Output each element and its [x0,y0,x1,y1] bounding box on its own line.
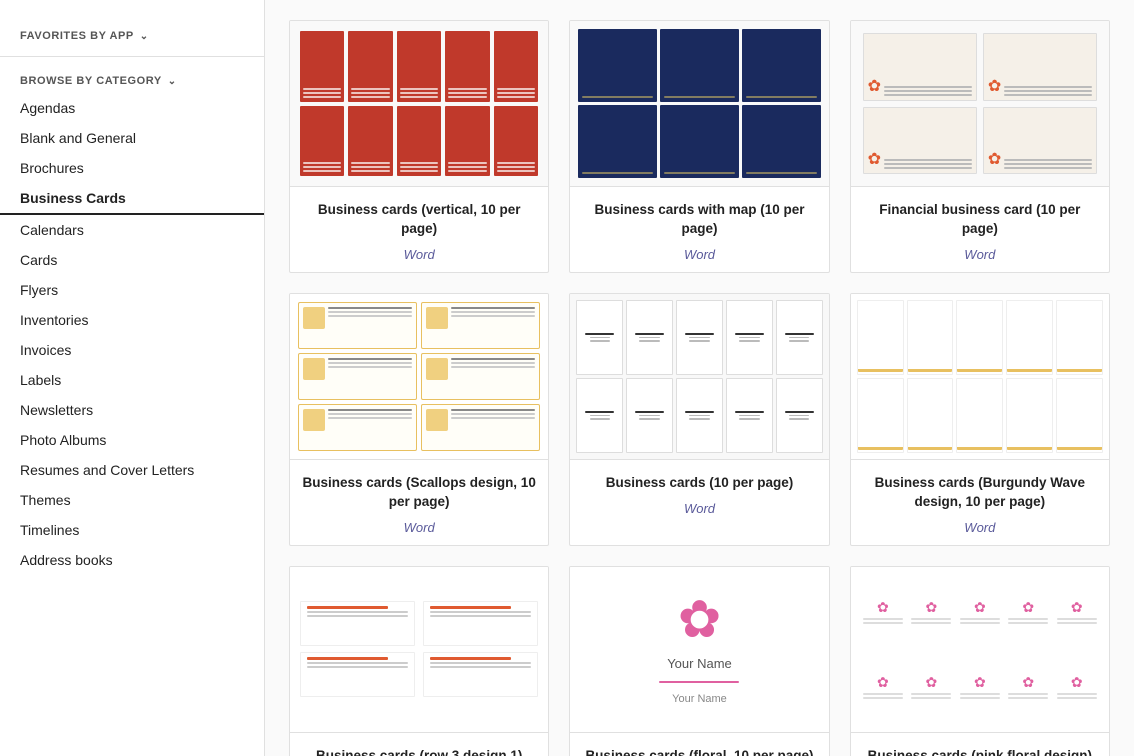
template-info-row3-1: Business cards (row 3 design 1) Word [290,732,548,756]
template-title-bc-scallops: Business cards (Scallops design, 10 per … [300,474,538,512]
favorites-section[interactable]: FAVORITES BY APP ⌄ [0,20,264,48]
template-preview-row3-3: ✿ ✿ ✿ ✿ ✿ ✿ ✿ ✿ ✿ ✿ [851,567,1109,732]
favorites-label: FAVORITES BY APP [20,30,134,42]
template-title-bc-10page: Business cards (10 per page) [580,474,818,493]
template-app-bc-scallops: Word [300,520,538,535]
template-info-bc-financial: Financial business card (10 per page) Wo… [851,186,1109,272]
template-card-row3-3[interactable]: ✿ ✿ ✿ ✿ ✿ ✿ ✿ ✿ ✿ ✿ Business cards (pink… [850,566,1110,756]
template-info-row3-2: Business cards (floral, 10 per page) Wor… [570,732,828,756]
template-card-bc-10page[interactable]: Business cards (10 per page) Word [569,293,829,546]
template-preview-bc-10page [570,294,828,459]
template-card-bc-map[interactable]: Business cards with map (10 per page) Wo… [569,20,829,273]
template-title-bc-map: Business cards with map (10 per page) [580,201,818,239]
template-app-bc-financial: Word [861,247,1099,262]
sidebar-item-newsletters[interactable]: Newsletters [0,395,264,425]
sidebar-item-resumes[interactable]: Resumes and Cover Letters [0,455,264,485]
template-card-row3-1[interactable]: Business cards (row 3 design 1) Word [289,566,549,756]
template-title-bc-burgundy: Business cards (Burgundy Wave design, 10… [861,474,1099,512]
template-info-bc-scallops: Business cards (Scallops design, 10 per … [290,459,548,545]
template-card-bc-scallops[interactable]: Business cards (Scallops design, 10 per … [289,293,549,546]
template-preview-bc-vertical [290,21,548,186]
sidebar-item-address-books[interactable]: Address books [0,545,264,575]
browse-label: BROWSE BY CATEGORY [20,75,162,87]
template-app-bc-vertical: Word [300,247,538,262]
sidebar-item-business-cards[interactable]: Business Cards [0,183,264,215]
sidebar-item-blank-general[interactable]: Blank and General [0,123,264,153]
template-title-row3-2: Business cards (floral, 10 per page) [580,747,818,756]
category-nav: Agendas Blank and General Brochures Busi… [0,93,264,575]
sidebar: FAVORITES BY APP ⌄ BROWSE BY CATEGORY ⌄ … [0,0,265,756]
template-title-row3-3: Business cards (pink floral design) [861,747,1099,756]
template-preview-bc-scallops [290,294,548,459]
template-gallery: Business cards (vertical, 10 per page) W… [265,0,1134,756]
sidebar-item-brochures[interactable]: Brochures [0,153,264,183]
sidebar-divider-1 [0,56,264,57]
sidebar-item-themes[interactable]: Themes [0,485,264,515]
sidebar-item-invoices[interactable]: Invoices [0,335,264,365]
template-card-bc-burgundy[interactable]: Business cards (Burgundy Wave design, 10… [850,293,1110,546]
template-app-bc-10page: Word [580,501,818,516]
template-app-bc-map: Word [580,247,818,262]
template-grid: Business cards (vertical, 10 per page) W… [289,20,1110,756]
favorites-chevron-icon: ⌄ [140,31,149,42]
sidebar-item-flyers[interactable]: Flyers [0,275,264,305]
template-preview-bc-burgundy [851,294,1109,459]
sidebar-item-photo-albums[interactable]: Photo Albums [0,425,264,455]
template-info-bc-map: Business cards with map (10 per page) Wo… [570,186,828,272]
sidebar-item-labels[interactable]: Labels [0,365,264,395]
sidebar-item-timelines[interactable]: Timelines [0,515,264,545]
sidebar-item-cards[interactable]: Cards [0,245,264,275]
template-info-bc-10page: Business cards (10 per page) Word [570,459,828,526]
sidebar-item-agendas[interactable]: Agendas [0,93,264,123]
browse-section[interactable]: BROWSE BY CATEGORY ⌄ [0,65,264,93]
sidebar-item-inventories[interactable]: Inventories [0,305,264,335]
template-info-bc-burgundy: Business cards (Burgundy Wave design, 10… [851,459,1109,545]
template-card-bc-vertical[interactable]: Business cards (vertical, 10 per page) W… [289,20,549,273]
template-title-bc-financial: Financial business card (10 per page) [861,201,1099,239]
sidebar-item-calendars[interactable]: Calendars [0,215,264,245]
template-title-row3-1: Business cards (row 3 design 1) [300,747,538,756]
template-preview-row3-1 [290,567,548,732]
template-info-row3-3: Business cards (pink floral design) Word [851,732,1109,756]
template-preview-bc-map [570,21,828,186]
template-title-bc-vertical: Business cards (vertical, 10 per page) [300,201,538,239]
template-card-row3-2[interactable]: ✿ Your Name Your Name Business cards (fl… [569,566,829,756]
browse-chevron-icon: ⌄ [168,76,177,87]
template-preview-row3-2: ✿ Your Name Your Name [570,567,828,732]
template-info-bc-vertical: Business cards (vertical, 10 per page) W… [290,186,548,272]
template-app-bc-burgundy: Word [861,520,1099,535]
template-card-bc-financial[interactable]: ✿ ✿ ✿ ✿ [850,20,1110,273]
template-preview-bc-financial: ✿ ✿ ✿ ✿ [851,21,1109,186]
